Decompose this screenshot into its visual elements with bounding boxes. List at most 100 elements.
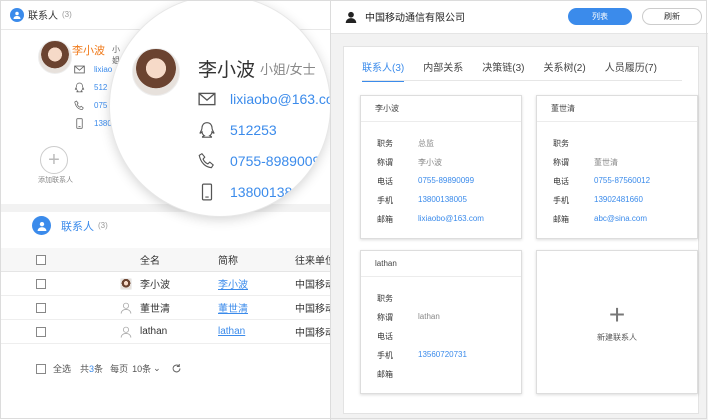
tab-bar: 联系人(3) 内部关系 决策链(3) 关系树(2) 人员履历(7) bbox=[362, 59, 676, 82]
tab-contacts[interactable]: 联系人(3) bbox=[362, 59, 405, 82]
row-checkbox[interactable] bbox=[36, 326, 46, 337]
tab-internal-relations[interactable]: 内部关系 bbox=[423, 59, 463, 80]
add-contact-label: 添加联系人 bbox=[38, 177, 73, 184]
pagination: 全选 共 3 条 每页 10条 ⌄ bbox=[36, 362, 182, 375]
app-root: 联系人 (3) 李小波 小姐/ 先生 lixiao 512 075 1380 bbox=[0, 0, 708, 420]
qq-value: 512 bbox=[94, 83, 108, 92]
user-placeholder-icon bbox=[120, 302, 132, 314]
row-abbr-link[interactable]: lathan bbox=[218, 326, 245, 337]
field-label: 邮箱 bbox=[377, 215, 393, 224]
tab-relation-tree[interactable]: 关系树(2) bbox=[543, 59, 585, 80]
card-name: 李小波 bbox=[361, 96, 521, 122]
card-phone[interactable]: 0755-87560012 bbox=[594, 176, 650, 185]
column-header-unit[interactable]: 往来单位 bbox=[295, 252, 335, 267]
card-email[interactable]: lixiaobo@163.com bbox=[418, 214, 484, 223]
plus-icon: + bbox=[48, 148, 60, 171]
tab-underline bbox=[362, 80, 682, 81]
card-mobile[interactable]: 13902481660 bbox=[594, 195, 643, 204]
total-suffix: 条 bbox=[94, 364, 104, 374]
qq-icon bbox=[199, 122, 215, 138]
row-checkbox[interactable] bbox=[36, 302, 46, 313]
qq-row: 512 bbox=[74, 82, 107, 93]
refresh-icon[interactable] bbox=[171, 363, 182, 374]
card-email[interactable]: abc@sina.com bbox=[594, 214, 647, 223]
mobile-icon bbox=[201, 183, 213, 201]
email-row: lixiao bbox=[74, 64, 112, 75]
row-unit: 中国移动 bbox=[295, 328, 335, 339]
row-abbr-link[interactable]: 李小波 bbox=[218, 276, 248, 291]
card-name: 董世清 bbox=[537, 96, 697, 122]
section-title: 联系人 bbox=[61, 220, 94, 233]
user-icon bbox=[32, 216, 51, 235]
tab-personnel-history[interactable]: 人员履历(7) bbox=[605, 59, 657, 80]
row-unit: 中国移动 bbox=[295, 304, 335, 315]
zoom-phone-value: 0755-89890099 bbox=[230, 153, 329, 169]
total-prefix: 共 bbox=[80, 364, 90, 374]
select-all-checkbox[interactable] bbox=[36, 254, 46, 265]
field-label: 邮箱 bbox=[553, 215, 569, 224]
column-header-name[interactable]: 全名 bbox=[140, 252, 160, 267]
field-label: 电话 bbox=[377, 177, 393, 186]
row-abbr-link[interactable]: 董世清 bbox=[218, 300, 248, 315]
contact-card[interactable]: 董世清 职务 称谓 董世清 电话 0755-87560012 手机 139024… bbox=[536, 95, 698, 239]
per-page-label: 每页 bbox=[110, 364, 129, 374]
tab-decision-chain[interactable]: 决策链(3) bbox=[482, 59, 524, 80]
section-count: (3) bbox=[98, 221, 108, 230]
field-label: 称谓 bbox=[553, 158, 569, 167]
card-phone[interactable]: 0755-89890099 bbox=[418, 176, 474, 185]
contacts-panel: 联系人(3) 内部关系 决策链(3) 关系树(2) 人员履历(7) 李小波 职务… bbox=[343, 46, 699, 414]
avatar bbox=[120, 277, 132, 290]
email-icon bbox=[198, 92, 216, 106]
column-header-abbr[interactable]: 简称 bbox=[218, 252, 238, 267]
table-header: 全名 简称 往来单位 bbox=[0, 248, 335, 272]
divider bbox=[0, 204, 330, 212]
phone-value: 075 bbox=[94, 101, 108, 110]
company-name: 中国移动通信有限公司 bbox=[365, 13, 465, 24]
table-row[interactable]: 董世清 董世清 中国移动 bbox=[0, 296, 335, 320]
contact-card[interactable]: lathan 职务 称谓 lathan 电话 手机 13560720731 邮箱 bbox=[360, 250, 522, 394]
card-mobile[interactable]: 13560720731 bbox=[418, 350, 467, 359]
user-icon bbox=[10, 7, 24, 22]
add-contact-button[interactable]: + bbox=[40, 146, 68, 174]
zoom-contact-name: 李小波 bbox=[198, 60, 256, 81]
zoom-email-row: lixiaobo@163.com bbox=[198, 90, 330, 108]
mobile-row: 1380 bbox=[74, 118, 112, 129]
contacts-section-header: 联系人 (3) bbox=[32, 216, 108, 235]
row-unit: 中国移动 bbox=[295, 280, 335, 291]
table-row[interactable]: lathan lathan 中国移动 bbox=[0, 320, 335, 344]
page-size-select[interactable]: 10条 bbox=[132, 362, 151, 375]
contacts-header-title: 联系人 bbox=[28, 11, 58, 22]
field-label: 手机 bbox=[553, 196, 569, 205]
user-icon bbox=[345, 11, 357, 23]
field-label: 电话 bbox=[553, 177, 569, 186]
card-title: lathan bbox=[418, 312, 440, 321]
card-mobile[interactable]: 13800138005 bbox=[418, 195, 467, 204]
zoom-phone-row: 0755-89890099 bbox=[198, 152, 328, 170]
mobile-value: 1380 bbox=[94, 119, 112, 128]
field-label: 手机 bbox=[377, 196, 393, 205]
contact-card[interactable]: 李小波 职务 总监 称谓 李小波 电话 0755-89890099 手机 138… bbox=[360, 95, 522, 239]
right-pane: 中国移动通信有限公司 列表 刷新 联系人(3) 内部关系 决策链(3) 关系树(… bbox=[330, 0, 708, 420]
refresh-button[interactable]: 刷新 bbox=[642, 8, 702, 25]
row-checkbox[interactable] bbox=[36, 278, 46, 289]
zoom-contact-title: 小姐/女士 bbox=[260, 62, 316, 77]
table-row[interactable]: 李小波 李小波 中国移动 bbox=[0, 272, 335, 296]
zoom-qq-row: 512253 bbox=[198, 121, 277, 139]
field-label: 职务 bbox=[377, 139, 393, 148]
phone-icon bbox=[74, 100, 84, 110]
zoom-email-value[interactable]: lixiaobo@163.com bbox=[230, 91, 330, 107]
email-value[interactable]: lixiao bbox=[94, 65, 112, 74]
new-contact-label: 新建联系人 bbox=[597, 332, 637, 342]
row-name: lathan bbox=[140, 326, 168, 337]
list-button[interactable]: 列表 bbox=[568, 8, 632, 25]
row-name: 董世清 bbox=[140, 304, 170, 315]
select-all-checkbox-footer[interactable] bbox=[36, 363, 46, 374]
avatar-large bbox=[132, 48, 180, 96]
chevron-down-icon[interactable]: ⌄ bbox=[153, 363, 161, 374]
row-name: 李小波 bbox=[140, 280, 170, 291]
mobile-icon bbox=[76, 118, 83, 129]
user-placeholder-icon bbox=[120, 326, 132, 338]
field-label: 手机 bbox=[377, 351, 393, 360]
zoom-mobile-value: 13800138005 bbox=[230, 184, 316, 200]
new-contact-card[interactable]: + 新建联系人 bbox=[536, 250, 698, 394]
